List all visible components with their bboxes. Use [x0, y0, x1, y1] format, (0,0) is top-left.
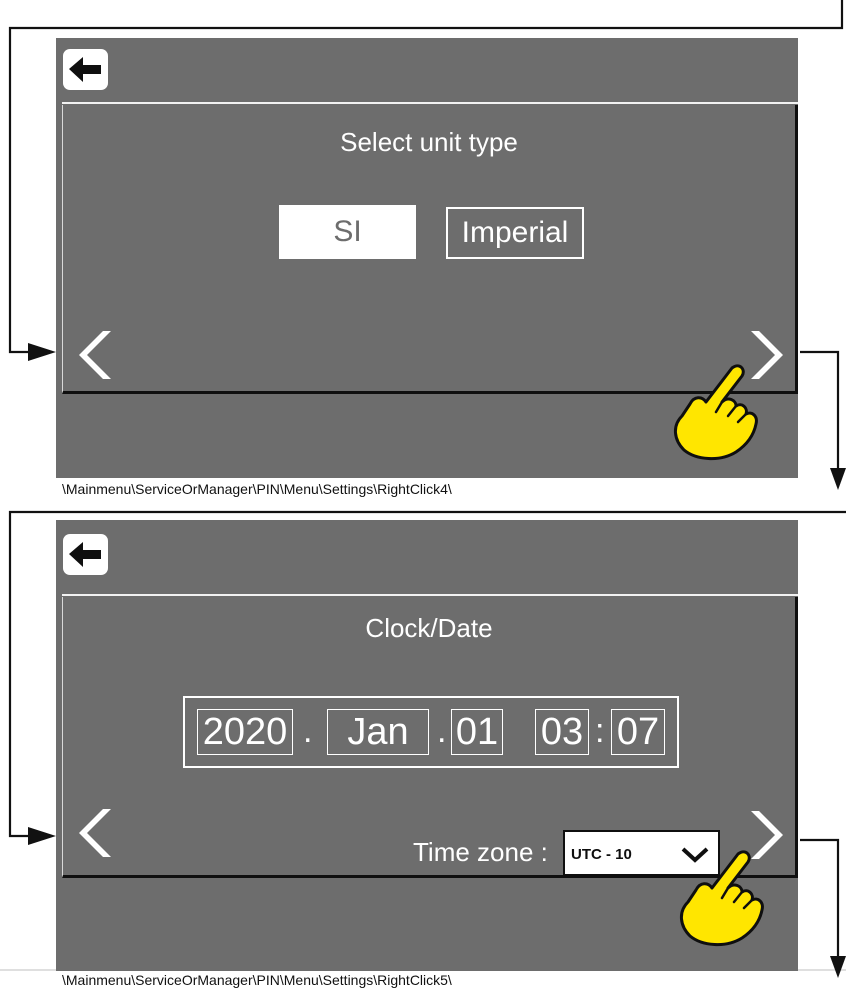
- header-divider: [62, 594, 798, 596]
- hour-field[interactable]: 03: [535, 709, 589, 755]
- pointing-hand-icon: [674, 364, 758, 460]
- header-divider: [62, 102, 798, 104]
- time-separator: :: [595, 712, 605, 750]
- date-separator: .: [303, 712, 313, 750]
- back-button[interactable]: [63, 534, 108, 575]
- date-separator: .: [437, 712, 447, 750]
- back-button[interactable]: [63, 49, 108, 90]
- timezone-value: UTC - 10: [571, 846, 632, 863]
- pointing-hand-icon: [680, 850, 764, 946]
- screen-path-label: \Mainmenu\ServiceOrManager\PIN\Menu\Sett…: [62, 972, 452, 988]
- unit-option-si[interactable]: SI: [279, 205, 416, 259]
- page-title: Clock/Date: [365, 613, 493, 643]
- minute-field[interactable]: 07: [611, 709, 665, 755]
- unit-type-screen: Select unit type SI Imperial: [56, 38, 798, 478]
- top-bar: [56, 520, 798, 586]
- screen-path-label: \Mainmenu\ServiceOrManager\PIN\Menu\Sett…: [62, 481, 452, 497]
- page-title: Select unit type: [340, 127, 518, 157]
- content-panel: Select unit type SI Imperial: [62, 105, 798, 394]
- content-panel: Clock/Date 2020 . Jan . 01 03 : 07 Time …: [62, 597, 798, 878]
- chevron-left-icon[interactable]: [71, 325, 113, 385]
- month-field[interactable]: Jan: [327, 709, 429, 755]
- unit-option-imperial[interactable]: Imperial: [446, 207, 584, 259]
- back-arrow-icon: [69, 57, 101, 82]
- top-bar: [56, 38, 798, 104]
- day-field[interactable]: 01: [451, 709, 503, 755]
- timezone-label: Time zone :: [413, 837, 548, 867]
- year-field[interactable]: 2020: [197, 709, 293, 755]
- clock-date-screen: Clock/Date 2020 . Jan . 01 03 : 07 Time …: [56, 520, 798, 971]
- back-arrow-icon: [69, 542, 101, 567]
- date-time-editor: 2020 . Jan . 01 03 : 07: [183, 696, 679, 768]
- chevron-left-icon[interactable]: [71, 803, 113, 863]
